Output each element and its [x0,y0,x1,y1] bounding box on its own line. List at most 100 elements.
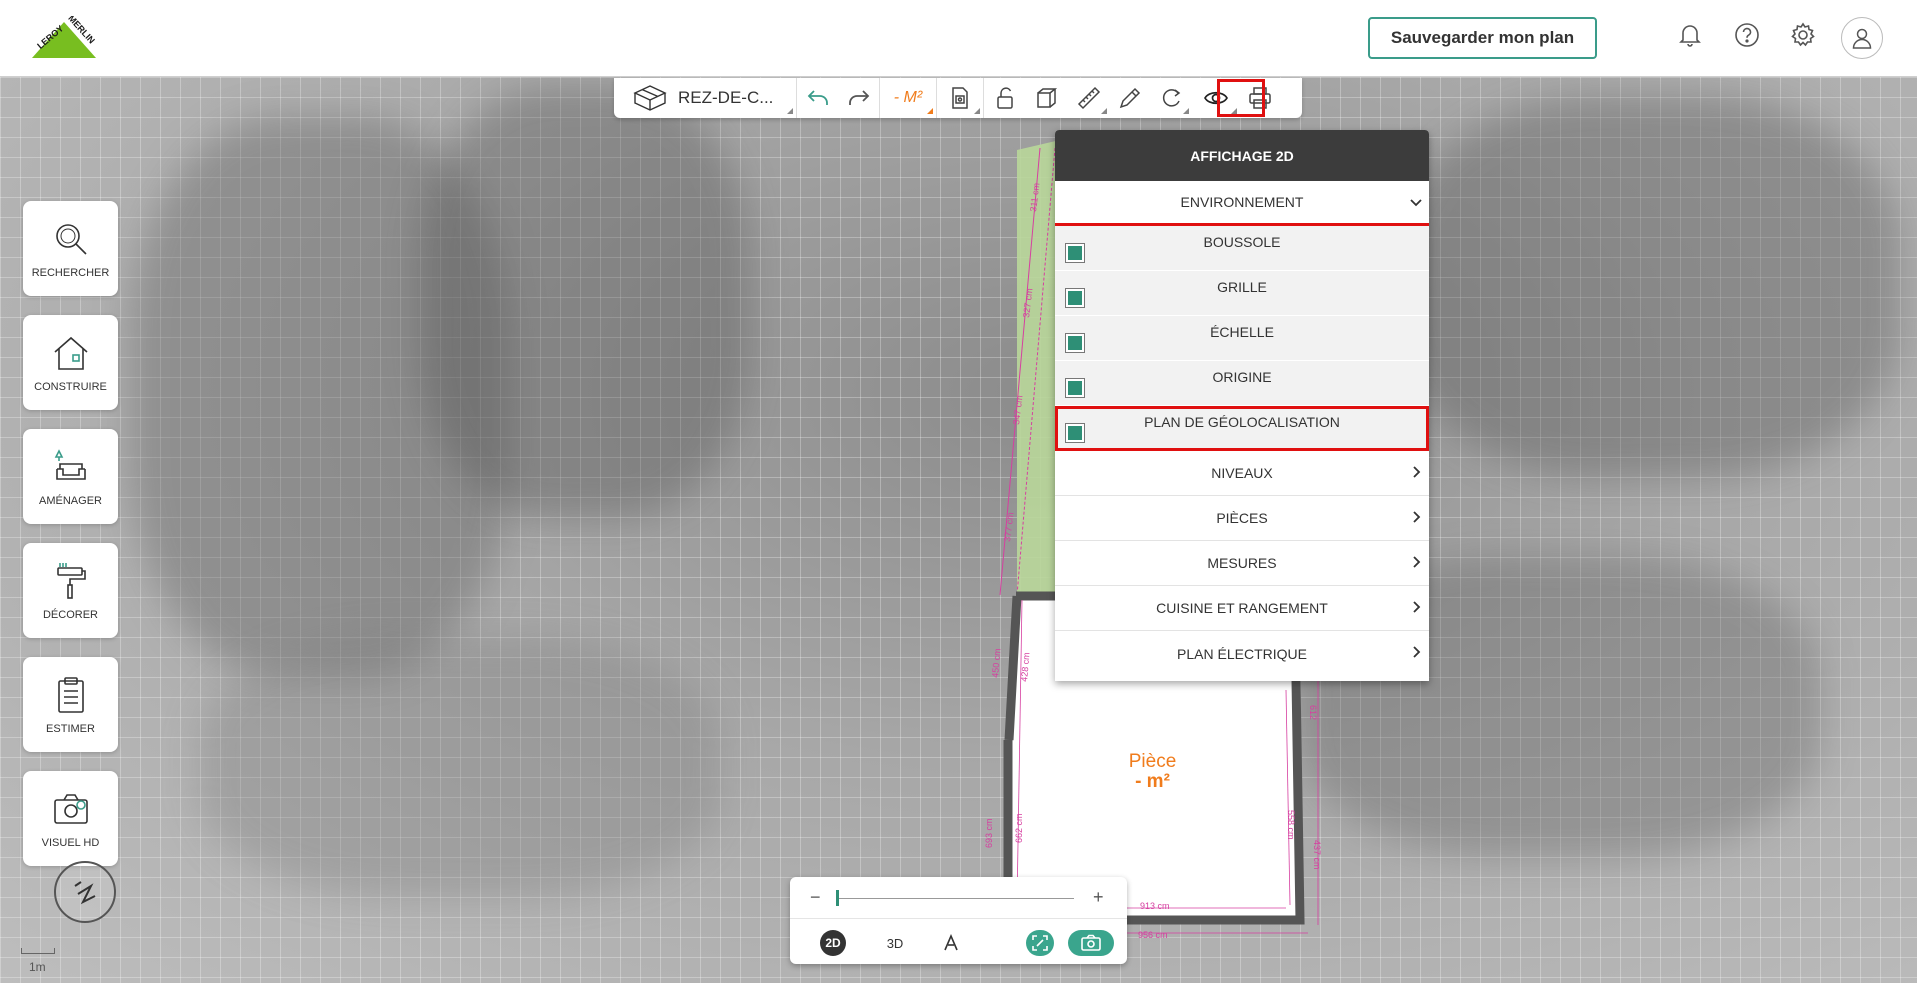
leroy-merlin-logo[interactable]: LEROY MERLIN [30,13,98,60]
compass[interactable] [54,861,116,923]
redo-icon [849,90,870,105]
sidebar-item-construire[interactable]: CONSTRUIRE [23,315,118,410]
main-toolbar: REZ-DE-C... - M² [614,78,1302,118]
option-boussole[interactable]: BOUSSOLE [1055,226,1429,271]
import-plan-button[interactable] [937,78,983,118]
section-plan-electrique[interactable]: PLAN ÉLECTRIQUE [1055,631,1429,676]
ruler-button[interactable] [1068,78,1110,118]
measure-label: 956 cm [1138,930,1168,940]
redo-button[interactable] [839,78,879,118]
section-niveaux[interactable]: NIVEAUX [1055,451,1429,496]
panel-title: AFFICHAGE 2D [1055,130,1429,181]
bell-icon[interactable] [1673,18,1707,52]
chevron-right-icon [1413,511,1421,523]
scale-indicator: 1m [20,944,56,974]
option-plan-geolocalisation[interactable]: PLAN DE GÉOLOCALISATION [1055,406,1429,451]
3d-box-icon [1037,88,1058,108]
section-label: ENVIRONNEMENT [1180,194,1304,210]
zoom-panel: − + 2D 3D [790,877,1127,964]
zoom-in-button[interactable]: + [1093,887,1104,908]
pencil-icon [1119,87,1141,109]
option-label: BOUSSOLE [1203,234,1281,250]
sidebar-item-label: VISUEL HD [41,837,100,849]
option-label: PLAN DE GÉOLOCALISATION [1144,414,1340,430]
screenshot-button[interactable] [1068,930,1114,956]
zoom-slider-thumb[interactable] [836,890,839,906]
zoom-out-button[interactable]: − [810,887,821,908]
option-echelle[interactable]: ÉCHELLE [1055,316,1429,361]
sidebar-item-label: RECHERCHER [31,267,110,279]
user-icon[interactable] [1841,17,1883,59]
chevron-right-icon [1413,466,1421,478]
section-label: MESURES [1207,555,1277,571]
pencil-button[interactable] [1110,78,1150,118]
sidebar-item-rechercher[interactable]: RECHERCHER [23,201,118,296]
area-value: - M² [893,89,923,106]
measure-label: 450 cm [990,648,1003,678]
undo-button[interactable] [797,78,839,118]
sidebar-item-estimer[interactable]: ESTIMER [23,657,118,752]
chevron-right-icon [1413,556,1421,568]
ruler-icon [1077,86,1101,110]
eye-icon [1204,91,1228,105]
option-label: GRILLE [1217,279,1267,295]
section-cuisine[interactable]: CUISINE ET RANGEMENT [1055,586,1429,631]
save-plan-button[interactable]: Sauvegarder mon plan [1368,17,1597,59]
print-button[interactable] [1240,78,1280,118]
zoom-slider[interactable] [836,898,1074,899]
app-header: LEROY MERLIN Sauvegarder mon plan [0,0,1917,77]
compass-icon [74,881,96,905]
measure-label: 693 cm [984,818,994,848]
paint-roller-icon [56,563,86,599]
option-label: ÉCHELLE [1210,324,1274,340]
section-mesures[interactable]: MESURES [1055,541,1429,586]
option-origine[interactable]: ORIGINE [1055,361,1429,406]
fit-view-button[interactable] [1026,930,1054,956]
help-icon[interactable] [1730,18,1764,52]
measure-label: 662 cm [1014,813,1024,843]
lock-button[interactable] [984,78,1026,118]
section-pieces[interactable]: PIÈCES [1055,496,1429,541]
sidebar-item-label: AMÉNAGER [39,495,102,507]
gear-icon[interactable] [1786,18,1820,52]
level-name: REZ-DE-C... [678,88,774,107]
floor-plan[interactable]: 311 cm 327 cm 347 cm 377 cm 450 cm 428 c… [0,0,1917,983]
option-grille[interactable]: GRILLE [1055,271,1429,316]
level-selector[interactable]: REZ-DE-C... [614,78,796,118]
section-environment[interactable]: ENVIRONNEMENT [1055,181,1429,226]
section-label: PIÈCES [1216,510,1268,526]
sidebar-item-amenager[interactable]: AMÉNAGER [23,429,118,524]
measure-label: 437 cm [1312,840,1322,870]
3d-box-button[interactable] [1026,78,1068,118]
section-label: NIVEAUX [1211,465,1273,481]
area-button[interactable]: - M² [880,78,936,118]
measure-label: 913 cm [1140,901,1170,911]
magnet-button[interactable] [1150,78,1192,118]
north-arrow-button[interactable] [938,930,964,956]
view-3d-button[interactable]: 3D [880,930,910,956]
sidebar-item-decorer[interactable]: DÉCORER [23,543,118,638]
print-icon [1249,87,1271,109]
measure-label: 377 cm [1002,512,1016,543]
section-label: PLAN ÉLECTRIQUE [1177,645,1307,662]
scale-label: 1m [29,960,46,974]
chevron-right-icon [1413,646,1421,658]
north-arrow-icon [944,934,958,951]
display-button[interactable] [1192,78,1240,118]
section-label: CUISINE ET RANGEMENT [1156,600,1328,616]
room-label[interactable]: Pièce - m² [1110,752,1195,792]
sidebar-item-visuel-hd[interactable]: VISUEL HD [23,771,118,866]
option-label: ORIGINE [1212,369,1272,385]
camera-icon [1081,934,1101,951]
terrain-zone [1017,140,1060,595]
sidebar-item-label: DÉCORER [42,609,98,621]
level-cube-icon [633,85,667,111]
undo-icon [807,90,828,105]
chevron-right-icon [1413,601,1421,613]
view-2d-button[interactable]: 2D [820,930,846,956]
display-2d-panel: AFFICHAGE 2D ENVIRONNEMENT BOUSSOLE GRIL… [1055,130,1429,681]
measure-label: 612 [1308,705,1318,720]
chevron-down-icon [1410,199,1422,207]
sidebar-item-label: ESTIMER [46,723,95,735]
sidebar-item-label: CONSTRUIRE [34,381,107,393]
